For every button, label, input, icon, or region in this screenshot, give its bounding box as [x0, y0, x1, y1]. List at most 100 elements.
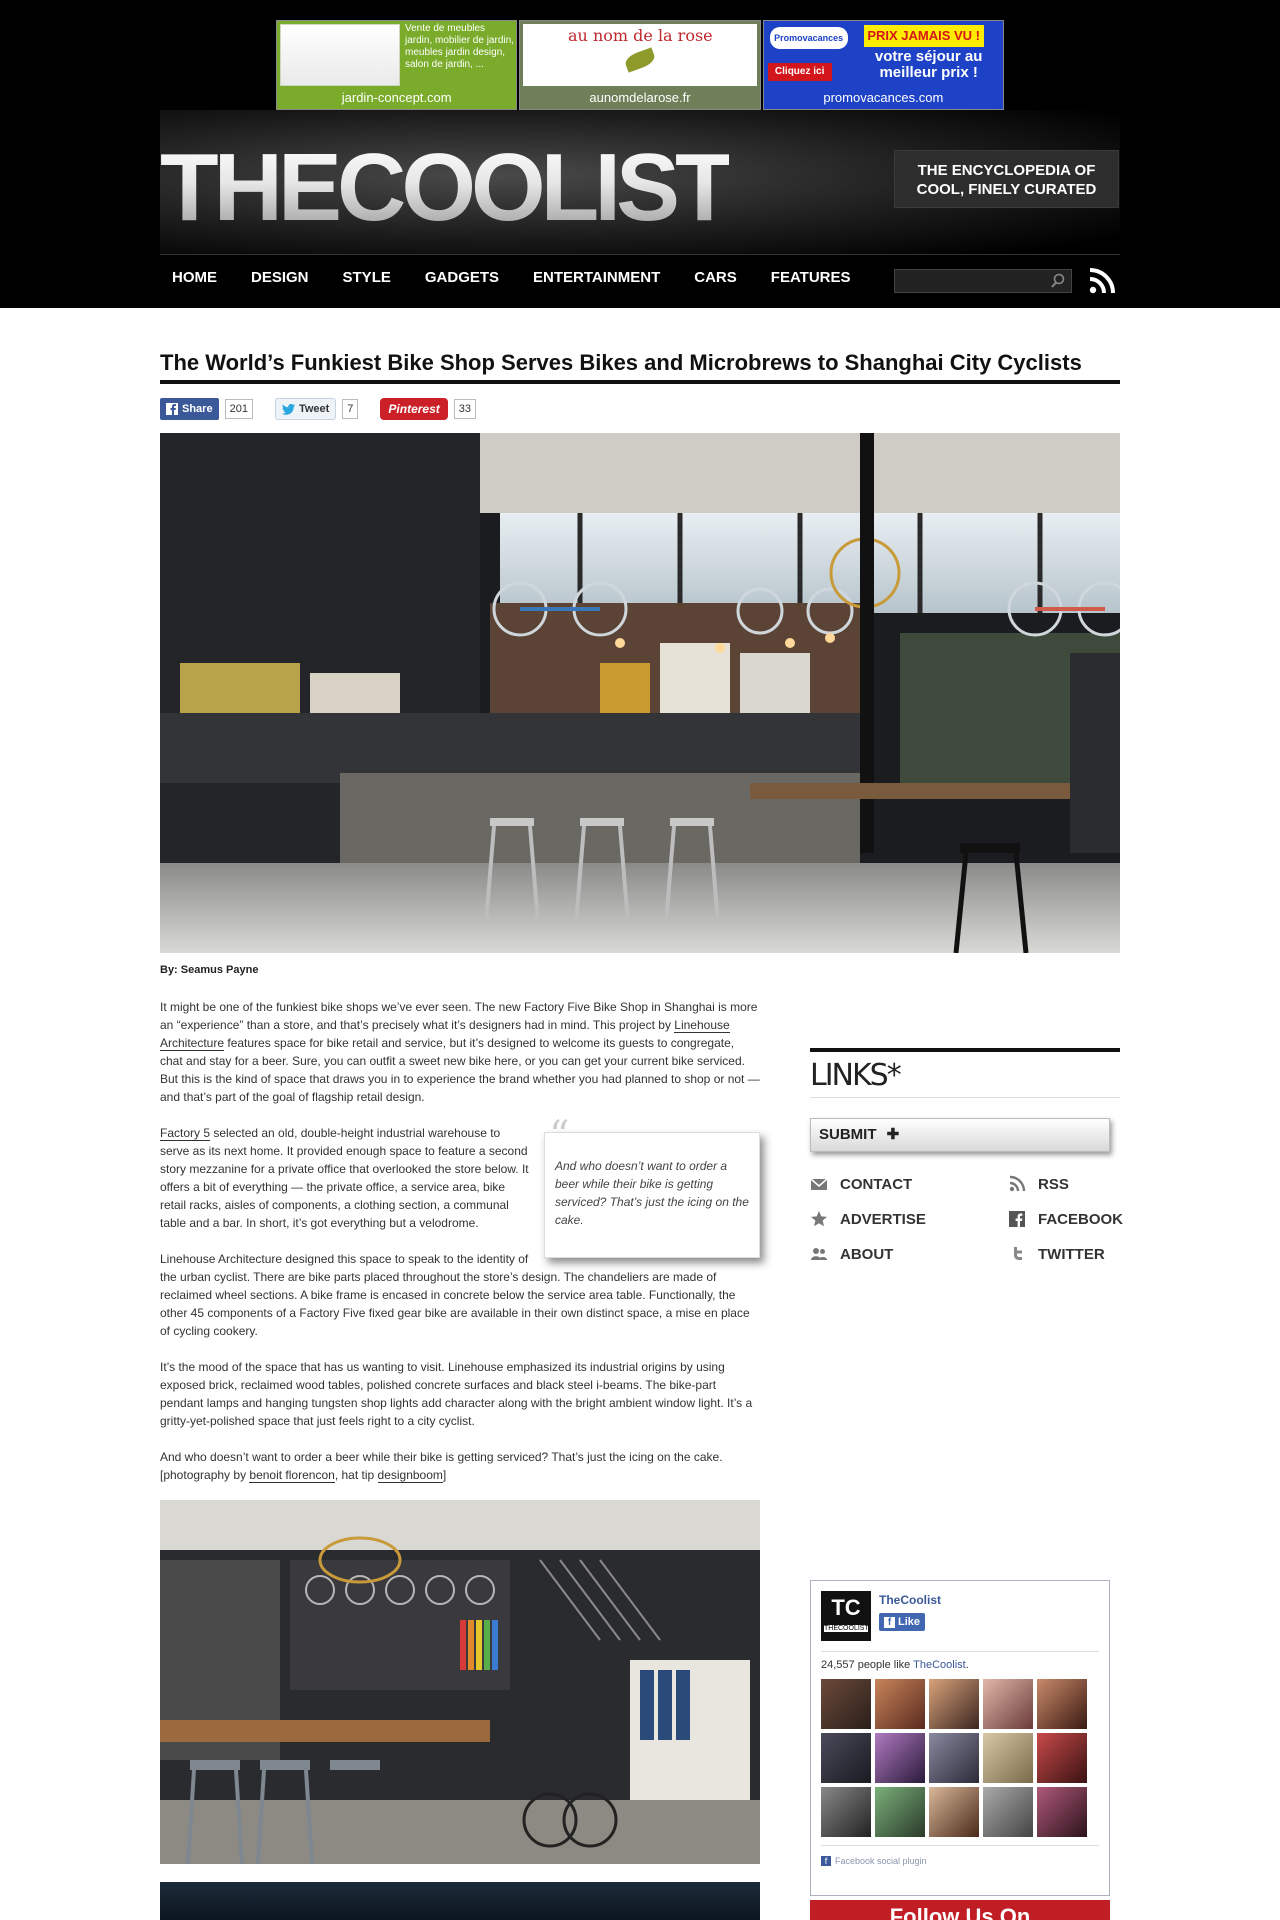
- ad-logo: Promovacances: [769, 27, 848, 49]
- hero-photo: [160, 433, 1120, 953]
- submit-label: SUBMIT: [819, 1126, 877, 1143]
- sidebar-link-contact[interactable]: CONTACT: [810, 1175, 912, 1193]
- twitter-icon: [1014, 1247, 1022, 1260]
- fan-avatar[interactable]: [1037, 1787, 1087, 1837]
- ad-footer: aunomdelarose.fr: [589, 90, 691, 105]
- site-tagline: THE ENCYCLOPEDIA OF COOL, FINELY CURATED: [894, 150, 1119, 208]
- fan-avatar[interactable]: [821, 1679, 871, 1729]
- facebook-share-count: 201: [224, 399, 253, 419]
- main-nav: HOME DESIGN STYLE GADGETS ENTERTAINMENT …: [160, 254, 1120, 304]
- avatar-initials: TC: [831, 1595, 861, 1620]
- nav-entertainment[interactable]: ENTERTAINMENT: [533, 269, 660, 286]
- article-paragraph: It might be one of the funkiest bike sho…: [160, 1000, 760, 1104]
- fan-avatar[interactable]: [983, 1733, 1033, 1783]
- facebook-share-label: Share: [182, 403, 213, 415]
- article-paragraph: And who doesn’t want to order a beer whi…: [160, 1450, 723, 1483]
- ad-image: au nom de la rose: [523, 24, 758, 86]
- rss-icon[interactable]: [1088, 267, 1116, 295]
- facebook-like-count: 24,557 people like TheCoolist.: [821, 1659, 969, 1671]
- title-divider: [160, 380, 1120, 384]
- fan-avatar[interactable]: [929, 1787, 979, 1837]
- ad-promovacances[interactable]: Promovacances PRIX JAMAIS VU ! votre séj…: [762, 20, 1004, 110]
- factory5-link[interactable]: Factory 5: [160, 1126, 211, 1141]
- facebook-icon: f: [884, 1617, 895, 1628]
- sidebar-link-advertise[interactable]: ADVERTISE: [810, 1210, 926, 1228]
- fan-avatar[interactable]: [1037, 1679, 1087, 1729]
- facebook-icon: f: [821, 1856, 831, 1866]
- tweet-count: 7: [342, 399, 359, 419]
- ad-jardin-concept[interactable]: Vente de meubles jardin, mobilier de jar…: [276, 20, 518, 110]
- facebook-icon: [166, 403, 178, 415]
- site-logo[interactable]: THECOOLIST: [160, 140, 734, 236]
- article-paragraph: It’s the mood of the space that has us w…: [160, 1360, 753, 1428]
- article-title: The World’s Funkiest Bike Shop Serves Bi…: [160, 350, 1082, 375]
- facebook-like-button[interactable]: f Like: [879, 1613, 926, 1631]
- sidebar-divider: [810, 1048, 1120, 1052]
- rss-icon: [1009, 1175, 1026, 1192]
- ad-banner: Vente de meubles jardin, mobilier de jar…: [276, 20, 1004, 110]
- search-icon[interactable]: [1050, 273, 1066, 289]
- article-photo-partial: [160, 1882, 760, 1920]
- article-body: It might be one of the funkiest bike sho…: [160, 998, 760, 1502]
- fan-avatar[interactable]: [875, 1787, 925, 1837]
- facebook-plugin-credit[interactable]: f Facebook social plugin: [821, 1856, 927, 1866]
- fan-avatar[interactable]: [983, 1787, 1033, 1837]
- share-bar: Share 201 Tweet 7 Pinterest 33: [160, 398, 477, 420]
- nav-cars[interactable]: CARS: [694, 269, 737, 286]
- fan-avatar[interactable]: [821, 1787, 871, 1837]
- nav-design[interactable]: DESIGN: [251, 269, 309, 286]
- ad-aunomdelarose[interactable]: au nom de la rose aunomdelarose.fr: [519, 20, 761, 110]
- tweet-label: Tweet: [298, 403, 330, 415]
- fan-avatars: [821, 1679, 1101, 1837]
- avatar-wordmark: THECOOLIST: [824, 1625, 869, 1632]
- ad-headline: au nom de la rose: [568, 26, 713, 45]
- ad-cta: Cliquez ici: [767, 63, 832, 81]
- divider: [821, 1651, 1099, 1652]
- mail-icon: [810, 1178, 828, 1190]
- tweet-button[interactable]: Tweet: [274, 398, 337, 420]
- sidebar-link-facebook[interactable]: FACEBOOK: [1008, 1210, 1123, 1228]
- fan-avatar[interactable]: [875, 1733, 925, 1783]
- ad-image: [280, 24, 400, 86]
- sidebar-link-rss[interactable]: RSS: [1008, 1175, 1069, 1193]
- fan-avatar[interactable]: [983, 1679, 1033, 1729]
- ad-offer: votre séjour au meilleur prix !: [874, 48, 983, 81]
- nav-features[interactable]: FEATURES: [771, 269, 851, 286]
- sidebar-link-about[interactable]: ABOUT: [810, 1245, 893, 1263]
- search-input[interactable]: [894, 269, 1072, 293]
- links-title: LINKS*: [810, 1058, 902, 1093]
- fan-avatar[interactable]: [875, 1679, 925, 1729]
- facebook-page-link[interactable]: TheCoolist: [913, 1659, 966, 1671]
- pull-quote-text: And who doesn’t want to order a beer whi…: [555, 1159, 749, 1227]
- ad-badge: PRIX JAMAIS VU !: [863, 25, 984, 47]
- article-photo: [160, 1500, 760, 1864]
- nav-gadgets[interactable]: GADGETS: [425, 269, 499, 286]
- designboom-link[interactable]: designboom: [377, 1468, 443, 1483]
- plus-icon: ✚: [886, 1126, 900, 1143]
- follow-us-banner[interactable]: Follow Us On: [810, 1900, 1110, 1920]
- fan-avatar[interactable]: [929, 1733, 979, 1783]
- ad-footer: promovacances.com: [823, 90, 944, 105]
- nav-home[interactable]: HOME: [172, 269, 217, 286]
- facebook-like-box: TC THECOOLIST TheCoolist f Like 24,557 pe…: [810, 1580, 1110, 1896]
- ad-footer: jardin-concept.com: [341, 90, 452, 105]
- submit-button[interactable]: SUBMIT ✚: [810, 1118, 1110, 1152]
- star-icon: [811, 1211, 827, 1227]
- site-header: Vente de meubles jardin, mobilier de jar…: [0, 0, 1280, 308]
- photographer-link[interactable]: benoit florencon: [249, 1468, 335, 1483]
- quote-icon: “: [549, 1113, 570, 1159]
- links-divider: [810, 1097, 1120, 1098]
- facebook-icon: [1009, 1211, 1025, 1227]
- ad-text: Vente de meubles jardin, mobilier de jar…: [405, 23, 514, 70]
- coolist-avatar[interactable]: TC THECOOLIST: [821, 1591, 871, 1641]
- article-byline: By: Seamus Payne: [160, 964, 259, 976]
- facebook-share-button[interactable]: Share: [160, 398, 219, 420]
- sidebar-link-twitter[interactable]: TWITTER: [1008, 1245, 1105, 1263]
- nav-style[interactable]: STYLE: [343, 269, 391, 286]
- facebook-page-name[interactable]: TheCoolist: [879, 1593, 941, 1607]
- people-icon: [811, 1248, 827, 1260]
- pinterest-button[interactable]: Pinterest: [380, 398, 448, 420]
- fan-avatar[interactable]: [821, 1733, 871, 1783]
- fan-avatar[interactable]: [929, 1679, 979, 1729]
- fan-avatar[interactable]: [1037, 1733, 1087, 1783]
